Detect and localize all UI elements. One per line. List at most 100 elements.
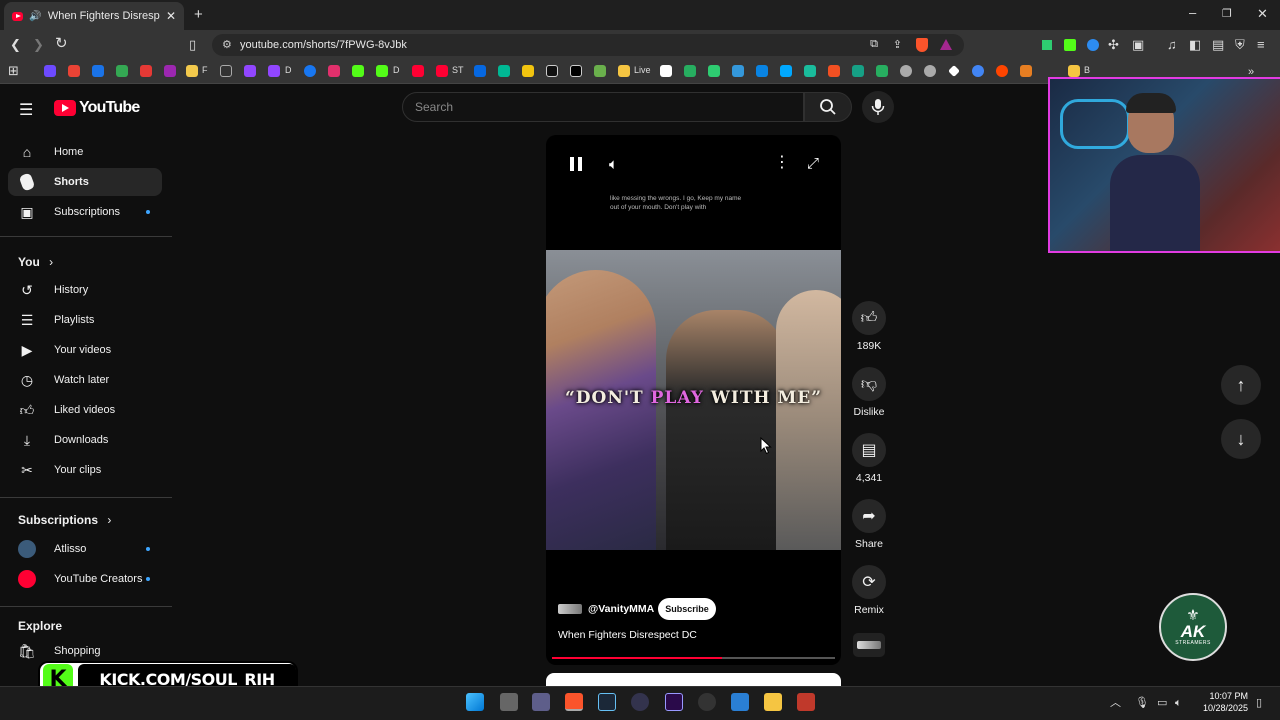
sidebar-item-your-videos[interactable]: ▶ Your videos: [8, 336, 162, 364]
sidebar-item-downloads[interactable]: ⤓ Downloads: [8, 426, 162, 454]
video-frame[interactable]: “DON'T PLAY WITH ME”: [546, 250, 841, 550]
start-menu-icon[interactable]: [466, 693, 484, 711]
sidebar-item-your-clips[interactable]: ✂ Your clips: [8, 456, 162, 484]
address-bar[interactable]: ⚙ youtube.com/shorts/7fPWG-8vJbk ⧉ ⇪: [212, 34, 964, 56]
sidebar-item-shorts[interactable]: Shorts: [8, 168, 162, 196]
bookmark-tiktok-icon[interactable]: [546, 65, 558, 77]
bookmark-favicon[interactable]: [522, 65, 534, 77]
bookmark-label[interactable]: F: [202, 65, 208, 75]
channel-name[interactable]: @VanityMMA: [588, 603, 654, 615]
previous-short-button[interactable]: ↑: [1221, 365, 1261, 405]
notifications-icon[interactable]: ▯: [1256, 696, 1262, 710]
extensions-puzzle-icon[interactable]: ✣: [1108, 38, 1119, 52]
back-icon[interactable]: ❮: [10, 38, 21, 52]
bookmark-favicon[interactable]: [852, 65, 864, 77]
bookmark-favicon[interactable]: [498, 65, 510, 77]
extension-icon[interactable]: [1087, 39, 1099, 51]
bookmark-kick-icon[interactable]: [352, 65, 364, 77]
apps-grid-icon[interactable]: ⊞: [8, 64, 19, 78]
active-tab[interactable]: 🔊 When Fighters Disrespect DC ✕: [4, 2, 184, 30]
sidebar-item-subscriptions[interactable]: ▣ Subscriptions: [8, 198, 162, 226]
bookmark-gmail-icon[interactable]: [68, 65, 80, 77]
brave-browser-icon[interactable]: [565, 693, 583, 711]
bookmark-label[interactable]: Live: [634, 65, 651, 75]
search-button[interactable]: [804, 92, 852, 122]
share-page-icon[interactable]: ⇪: [893, 38, 902, 51]
bookmark-label[interactable]: D: [285, 65, 292, 75]
sidebar-item-liked-videos[interactable]: 👍︎ Liked videos: [8, 396, 162, 424]
network-icon[interactable]: ▭: [1157, 696, 1167, 710]
taskbar-app-icon[interactable]: [532, 693, 550, 711]
brave-rewards-icon[interactable]: [940, 39, 952, 50]
tab-close-icon[interactable]: ✕: [166, 9, 176, 23]
bookmark-twitch-icon[interactable]: [244, 65, 256, 77]
taskbar-app-icon[interactable]: [631, 693, 649, 711]
bookmark-facebook-icon[interactable]: [304, 65, 316, 77]
guide-menu-icon[interactable]: ☰: [19, 100, 33, 120]
voice-search-button[interactable]: [862, 91, 894, 123]
share-button[interactable]: ➦ Share: [851, 499, 887, 550]
video-title[interactable]: When Fighters Disrespect DC: [558, 629, 697, 641]
menu-icon[interactable]: ≡: [1257, 38, 1265, 52]
bookmark-instagram-icon[interactable]: [328, 65, 340, 77]
new-tab-icon[interactable]: +: [194, 7, 203, 22]
file-explorer-icon[interactable]: [764, 693, 782, 711]
search-box[interactable]: Search: [402, 92, 804, 122]
bookmark-favicon[interactable]: [732, 65, 744, 77]
sidebar-item-playlists[interactable]: ☰ Playlists: [8, 306, 162, 334]
search-input[interactable]: Search: [415, 100, 453, 114]
forward-icon[interactable]: ❯: [33, 38, 44, 52]
bookmark-icon[interactable]: ▯: [189, 38, 196, 52]
youtube-logo[interactable]: YouTube: [54, 99, 140, 117]
bookmark-favicon[interactable]: [186, 65, 198, 77]
bookmark-microsoft-icon[interactable]: [828, 65, 840, 77]
bookmark-favicon[interactable]: [220, 65, 232, 77]
bookmark-twitch-icon[interactable]: [268, 65, 280, 77]
more-options-icon[interactable]: ⋮: [774, 155, 790, 171]
bookmark-label[interactable]: ST: [452, 65, 464, 75]
sound-thumbnail[interactable]: [853, 633, 885, 657]
sidebar-icon[interactable]: ◧: [1189, 38, 1201, 52]
subscribe-button[interactable]: Subscribe: [658, 598, 716, 620]
bookmark-x-icon[interactable]: [570, 65, 582, 77]
dislike-button[interactable]: 👎︎ Dislike: [848, 367, 890, 418]
bookmark-favicon[interactable]: [92, 65, 104, 77]
photos-icon[interactable]: [731, 693, 749, 711]
taskbar-app-icon[interactable]: [797, 693, 815, 711]
tab-audio-icon[interactable]: 🔊: [29, 11, 41, 22]
bookmark-label[interactable]: B: [1084, 65, 1090, 75]
remix-button[interactable]: ⟳ Remix: [851, 565, 887, 616]
progress-bar[interactable]: [552, 657, 835, 659]
show-hidden-icons-icon[interactable]: ︿: [1110, 696, 1121, 710]
pause-icon[interactable]: [570, 157, 582, 171]
next-short-preview[interactable]: [546, 673, 841, 687]
reload-icon[interactable]: ↻: [55, 36, 68, 51]
comments-button[interactable]: ▤ 4,341: [851, 433, 887, 484]
bookmark-favicon[interactable]: [900, 65, 912, 77]
premiere-pro-icon[interactable]: [665, 693, 683, 711]
shorts-player[interactable]: 🔈︎ ⋮ ⤢ like messing the wrongs. I go, Ke…: [546, 135, 841, 665]
bookmark-favicon[interactable]: [876, 65, 888, 77]
extension-icon[interactable]: [1042, 40, 1052, 50]
minimize-icon[interactable]: –: [1189, 6, 1196, 20]
bookmark-favicon[interactable]: [972, 65, 984, 77]
bookmark-favicon[interactable]: [756, 65, 768, 77]
wallet-icon[interactable]: ▤: [1212, 38, 1224, 52]
sidebar-item-watch-later[interactable]: ◷ Watch later: [8, 366, 162, 394]
steam-icon[interactable]: [598, 693, 616, 711]
bookmark-youtube-icon[interactable]: [412, 65, 424, 77]
bookmark-favicon[interactable]: [436, 65, 448, 77]
subscriptions-section-header[interactable]: Subscriptions ›: [18, 513, 111, 527]
system-clock[interactable]: 10:07 PM 10/28/2025: [1198, 690, 1248, 714]
sidebar-item-home[interactable]: ⌂ Home: [8, 138, 162, 166]
bookmark-favicon[interactable]: [594, 65, 606, 77]
bookmark-favicon[interactable]: [116, 65, 128, 77]
bookmark-amazon-icon[interactable]: [660, 65, 672, 77]
like-button[interactable]: 👍︎ 189K: [851, 301, 887, 352]
channel-logo[interactable]: [558, 604, 582, 614]
bookmark-favicon[interactable]: [804, 65, 816, 77]
open-external-icon[interactable]: ⧉: [870, 38, 878, 51]
bookmark-kick-icon[interactable]: [376, 65, 388, 77]
bookmark-meta-icon[interactable]: [474, 65, 486, 77]
bookmark-favicon[interactable]: [44, 65, 56, 77]
